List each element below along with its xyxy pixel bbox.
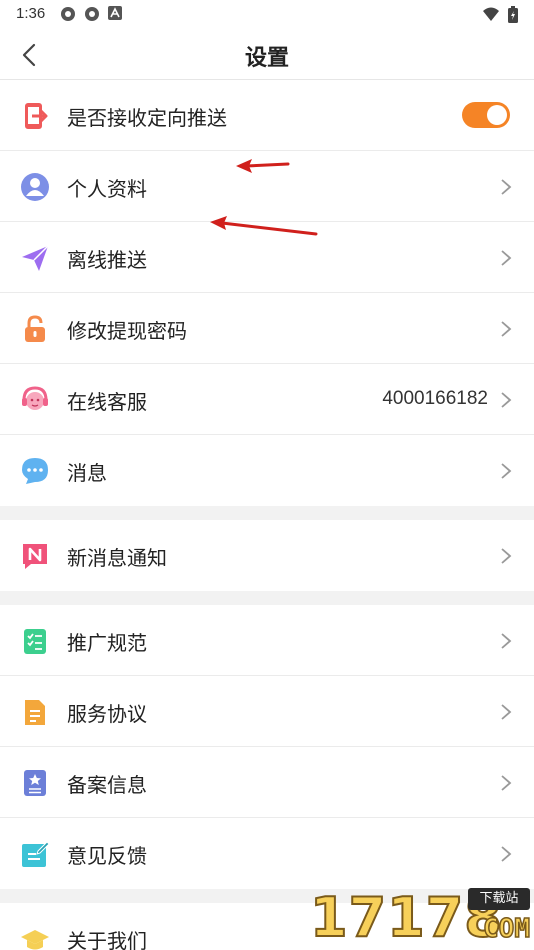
push-phone-icon (25, 103, 48, 129)
chat-bubble-icon (22, 458, 48, 484)
user-icon (21, 173, 49, 201)
row-label: 意见反馈 (67, 844, 147, 868)
battery-icon (508, 6, 518, 23)
row-label: 消息 (67, 461, 107, 485)
settings-list: 是否接收定向推送 个人资料 离线推送 修改提现密码 在线客服 400016618… (0, 80, 534, 950)
status-system-icons (482, 6, 518, 23)
chevron-right-icon (501, 633, 512, 649)
row-label: 备案信息 (67, 773, 147, 797)
section-divider (0, 506, 534, 520)
row-promotion-rules[interactable]: 推广规范 (0, 605, 534, 676)
row-label: 修改提现密码 (67, 319, 187, 343)
lock-icon (25, 315, 45, 342)
chevron-right-icon (501, 548, 512, 564)
row-change-withdraw-password[interactable]: 修改提现密码 (0, 293, 534, 364)
graduation-cap-icon (21, 930, 49, 950)
checklist-icon (24, 629, 46, 654)
row-label: 服务协议 (67, 702, 147, 726)
top-nav-bar: 设置 (0, 30, 534, 80)
notification-n-icon (23, 544, 47, 569)
status-bar: 1:36 (0, 0, 534, 30)
app-notification-icon (61, 7, 75, 21)
row-new-message-notification[interactable]: 新消息通知 (0, 520, 534, 591)
service-phone-number: 4000166182 (382, 388, 488, 409)
customer-service-icon (22, 386, 48, 410)
chevron-right-icon (501, 775, 512, 791)
chevron-right-icon (501, 846, 512, 862)
row-online-customer-service[interactable]: 在线客服 4000166182 (0, 364, 534, 435)
chevron-right-icon (501, 463, 512, 479)
page-title: 设置 (244, 46, 289, 71)
watermark-suffix: COM (482, 913, 530, 945)
record-star-icon (24, 770, 46, 796)
row-label: 是否接收定向推送 (67, 106, 227, 130)
feedback-edit-icon (22, 841, 50, 867)
row-feedback[interactable]: 意见反馈 (0, 818, 534, 889)
row-filing-info[interactable]: 备案信息 (0, 747, 534, 818)
wifi-icon (483, 7, 499, 21)
row-label: 在线客服 (67, 390, 147, 414)
chevron-right-icon (501, 250, 512, 266)
watermark-badge: 下载站 (468, 888, 530, 910)
chevron-right-icon (501, 392, 512, 408)
row-label: 个人资料 (67, 177, 147, 201)
directed-push-toggle[interactable] (462, 102, 510, 128)
row-service-agreement[interactable]: 服务协议 (0, 676, 534, 747)
row-label: 新消息通知 (67, 546, 167, 570)
row-personal-info[interactable]: 个人资料 (0, 151, 534, 222)
site-watermark: 17178 下载站 COM (308, 886, 534, 950)
row-offline-push[interactable]: 离线推送 (0, 222, 534, 293)
chevron-right-icon (501, 321, 512, 337)
chevron-right-icon (501, 704, 512, 720)
row-label: 离线推送 (67, 248, 147, 272)
row-messages[interactable]: 消息 (0, 435, 534, 506)
toggle-knob (487, 105, 507, 125)
row-label: 推广规范 (67, 631, 147, 655)
row-label: 关于我们 (67, 929, 147, 950)
document-icon (25, 700, 45, 725)
chevron-right-icon (501, 179, 512, 195)
paper-plane-icon (22, 245, 49, 271)
status-notification-icons (60, 6, 122, 22)
status-time: 1:36 (16, 5, 46, 22)
section-divider (0, 591, 534, 605)
font-a-icon (108, 6, 122, 20)
row-directed-push: 是否接收定向推送 (0, 80, 534, 151)
app-notification-icon (85, 7, 99, 21)
